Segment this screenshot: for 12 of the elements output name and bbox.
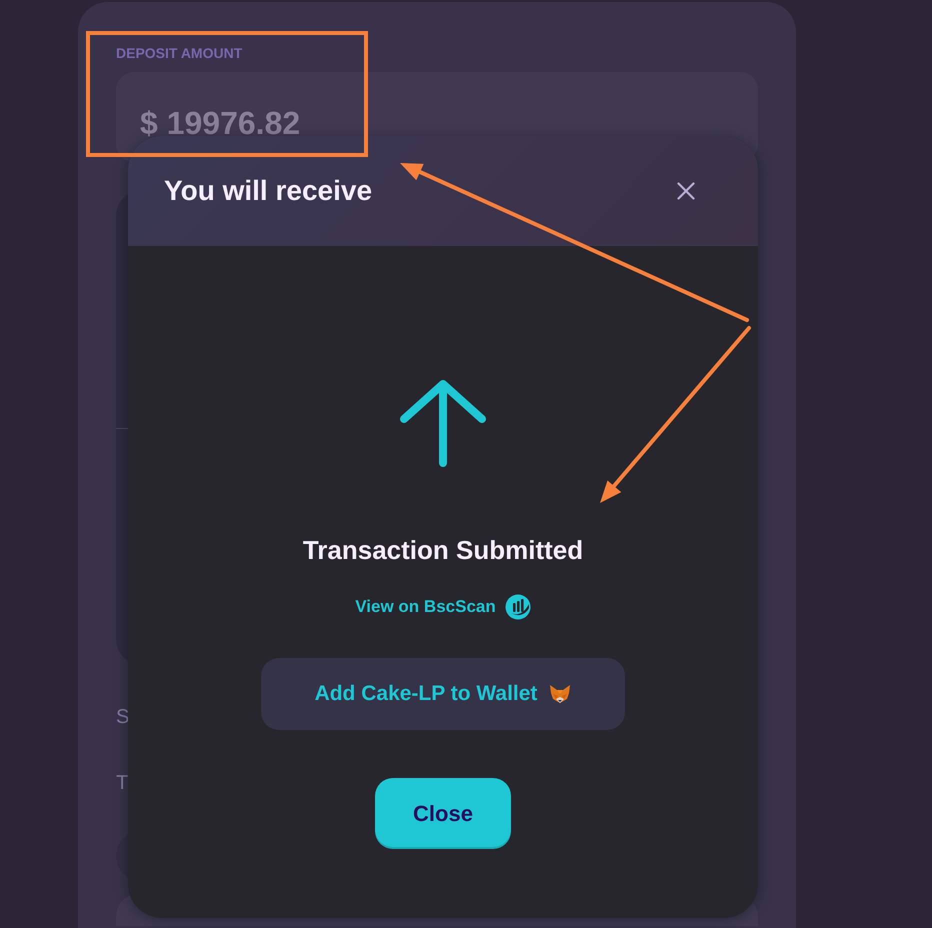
close-icon[interactable] [677,182,695,200]
view-on-explorer-link[interactable]: View on BscScan [355,596,496,618]
add-to-wallet-button[interactable]: Add Cake-LP to Wallet [261,658,625,730]
status-title: Transaction Submitted [302,534,584,566]
modal-title: You will receive [164,174,372,208]
fox-icon [549,684,572,704]
chart-circle-icon[interactable] [504,594,531,620]
partial-label: T [116,771,128,795]
close-button[interactable]: Close [375,778,511,849]
partial-label: S [116,705,130,729]
deposit-amount-label: DEPOSIT AMOUNT [116,45,242,61]
up-arrow-icon [399,379,487,467]
